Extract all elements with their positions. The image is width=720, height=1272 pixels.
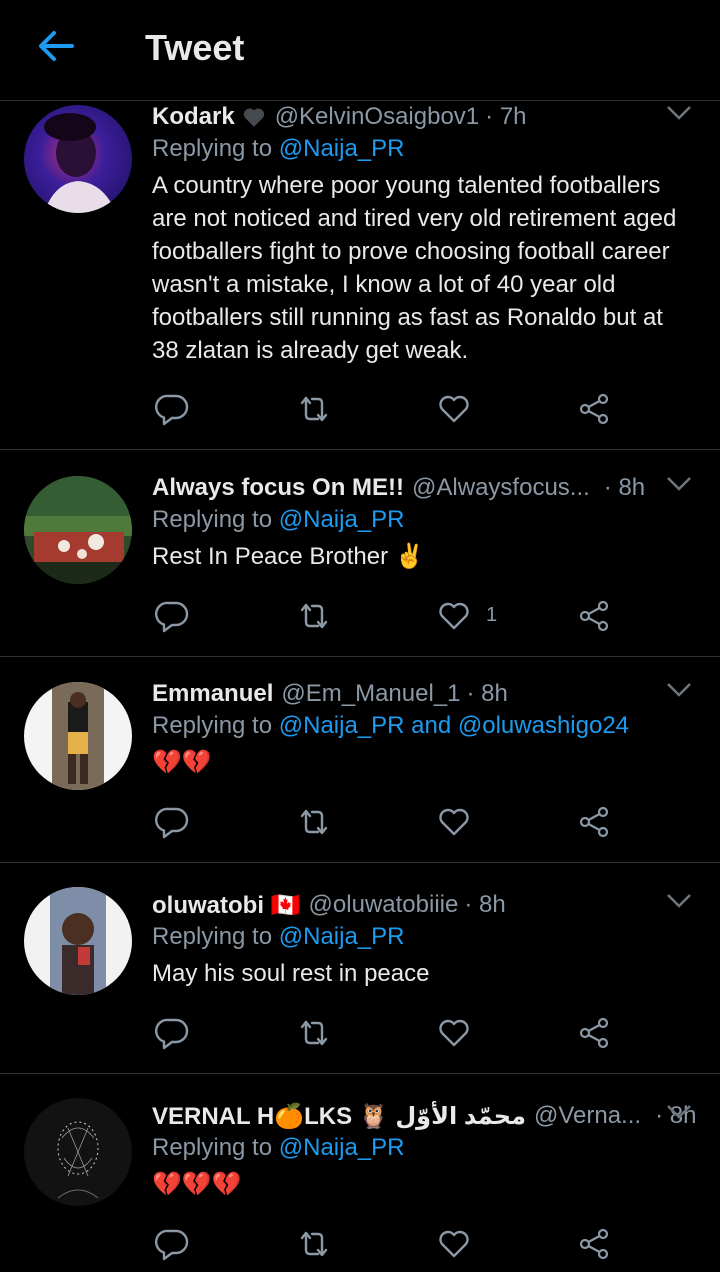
reply-tweet[interactable]: oluwatobi 🇨🇦 @oluwatobiiie · 8h Replying… [0, 887, 720, 1074]
mention-link[interactable]: @Naija_PR [279, 506, 405, 533]
chevron-down-icon[interactable] [666, 103, 692, 123]
replying-label: Replying to [152, 1134, 273, 1161]
user-handle[interactable]: @KelvinOsaigbov1 [275, 103, 479, 131]
mention-link[interactable]: @Naija_PR [279, 1134, 405, 1161]
like-count: 1 [486, 604, 498, 626]
tweet-header: VERNAL H🍊LKS 🦉 محمّد الأوّل @Verna... · … [152, 1100, 696, 1132]
reply-icon[interactable] [154, 1226, 194, 1262]
user-handle[interactable]: @oluwatobiiie [309, 891, 459, 919]
reply-tweet[interactable]: VERNAL H🍊LKS 🦉 محمّد الأوّل @Verna... · … [0, 1098, 720, 1272]
avatar[interactable] [24, 476, 132, 584]
retweet-icon[interactable] [296, 391, 336, 427]
timestamp: · 8h [466, 680, 508, 707]
share-icon[interactable] [576, 1015, 616, 1051]
action-bar: 1 [150, 598, 630, 634]
chevron-down-icon[interactable] [666, 891, 692, 911]
share-icon[interactable] [576, 1226, 616, 1262]
share-icon[interactable] [576, 804, 616, 840]
replying-label: Replying to [152, 135, 273, 162]
action-bar [150, 804, 630, 840]
page-title: Tweet [145, 27, 245, 68]
avatar[interactable] [24, 1098, 132, 1206]
action-bar [150, 1226, 630, 1262]
replying-to: Replying to @Naija_PR [152, 506, 405, 534]
replying-to: Replying to @Naija_PR [152, 1134, 405, 1162]
avatar[interactable] [24, 105, 132, 213]
replying-label: Replying to [152, 506, 273, 533]
avatar[interactable] [24, 887, 132, 995]
tweet-header: Always focus On ME!! @Alwaysfocus... · 8… [152, 472, 645, 504]
mention-link[interactable]: @Naija_PR [279, 923, 405, 950]
timestamp: · 7h [485, 103, 527, 130]
replying-label: Replying to [152, 923, 273, 950]
reply-icon[interactable] [154, 1015, 194, 1051]
replying-label: Replying to [152, 712, 273, 739]
chevron-down-icon[interactable] [666, 474, 692, 494]
like-heart-icon[interactable] [436, 391, 476, 427]
user-handle[interactable]: @Verna... [534, 1102, 641, 1130]
display-name[interactable]: Emmanuel [152, 680, 273, 708]
action-bar [150, 391, 630, 427]
action-bar [150, 1015, 630, 1051]
user-handle[interactable]: @Em_Manuel_1 [281, 680, 460, 708]
tweet-text: May his soul rest in peace [152, 960, 430, 987]
retweet-icon[interactable] [296, 1015, 336, 1051]
verified-heart-icon [241, 104, 267, 130]
timestamp: · 8h [464, 891, 506, 918]
tweet-text: 💔💔💔 [152, 1171, 242, 1198]
tweet-text: A country where poor young talented foot… [152, 172, 677, 364]
display-name[interactable]: oluwatobi 🇨🇦 [152, 891, 301, 920]
like-heart-icon[interactable] [436, 598, 476, 634]
avatar[interactable] [24, 682, 132, 790]
chevron-down-icon[interactable] [666, 680, 692, 700]
tweet-header: Emmanuel @Em_Manuel_1 · 8h [152, 678, 640, 710]
retweet-icon[interactable] [296, 1226, 336, 1262]
like-heart-icon[interactable] [436, 1015, 476, 1051]
mention-link[interactable]: @Naija_PR [279, 135, 405, 162]
user-handle[interactable]: @Alwaysfocus... [412, 474, 590, 502]
replying-to: Replying to @Naija_PR [152, 923, 405, 951]
retweet-icon[interactable] [296, 804, 336, 840]
reply-tweet[interactable]: Emmanuel @Em_Manuel_1 · 8h Replying to @… [0, 678, 720, 863]
replying-to: Replying to @Naija_PR and @oluwashigo24 [152, 712, 629, 740]
like-heart-icon[interactable] [436, 1226, 476, 1262]
display-name[interactable]: Kodark [152, 103, 235, 131]
tweet-text: 💔💔 [152, 749, 212, 776]
share-icon[interactable] [576, 598, 616, 634]
reply-icon[interactable] [154, 391, 194, 427]
top-bar: Tweet [0, 0, 720, 101]
timestamp: · 8h [603, 474, 646, 501]
reply-tweet[interactable]: Kodark @KelvinOsaigbov1 · 7h Replying to… [0, 101, 720, 450]
like-heart-icon[interactable] [436, 804, 476, 840]
tweet-text: Rest In Peace Brother ✌️ [152, 543, 425, 570]
reply-tweet[interactable]: Always focus On ME!! @Alwaysfocus... · 8… [0, 472, 720, 657]
chevron-down-icon[interactable] [666, 1102, 692, 1122]
replying-to: Replying to @Naija_PR [152, 135, 405, 163]
display-name[interactable]: VERNAL H🍊LKS 🦉 محمّد الأوّل [152, 1102, 526, 1131]
reply-icon[interactable] [154, 598, 194, 634]
mention-link[interactable]: @Naija_PR and @oluwashigo24 [279, 712, 629, 739]
share-icon[interactable] [576, 391, 616, 427]
tweet-header: oluwatobi 🇨🇦 @oluwatobiiie · 8h [152, 889, 640, 921]
tweet-header: Kodark @KelvinOsaigbov1 · 7h [152, 101, 640, 133]
back-arrow-icon[interactable] [36, 26, 76, 66]
reply-icon[interactable] [154, 804, 194, 840]
display-name[interactable]: Always focus On ME!! [152, 474, 404, 502]
retweet-icon[interactable] [296, 598, 336, 634]
